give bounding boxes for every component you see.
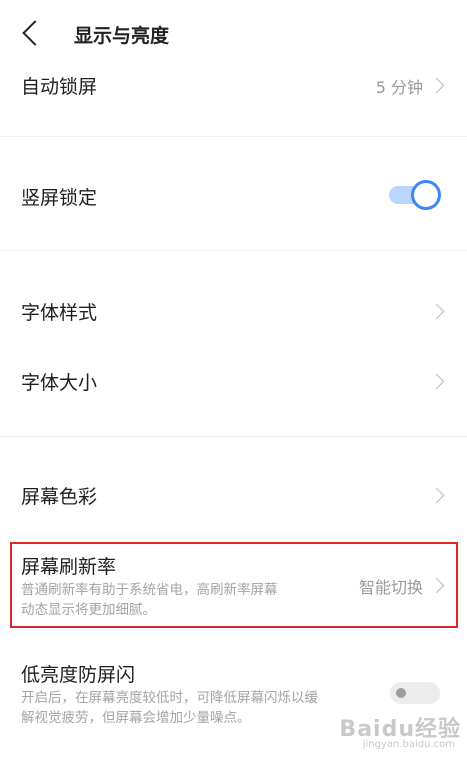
chevron-right-icon [428, 487, 445, 504]
setting-screen-color[interactable]: 屏幕色彩 [0, 470, 467, 518]
setting-portrait-lock: 竖屏锁定 [0, 170, 467, 220]
setting-font-size[interactable]: 字体大小 [0, 356, 467, 404]
highlight-annotation-box [10, 542, 458, 628]
top-bar: 显示与亮度 [0, 0, 467, 68]
baidu-watermark: Baidu经验 jingyan.baidu.com [311, 711, 461, 755]
font-size-label: 字体大小 [21, 372, 98, 394]
auto-lock-value: 5 分钟 [375, 78, 423, 97]
anti-flicker-toggle[interactable] [390, 682, 440, 704]
anti-flicker-desc-line1: 开启后，在屏幕亮度较低时，可降低屏幕闪烁以缓 [21, 690, 318, 706]
portrait-lock-toggle[interactable] [387, 180, 441, 210]
chevron-right-icon [428, 77, 445, 94]
page-title: 显示与亮度 [74, 25, 170, 47]
back-arrow-icon[interactable] [22, 20, 48, 46]
watermark-url: jingyan.baidu.com [362, 739, 455, 750]
anti-flicker-label: 低亮度防屏闪 [21, 664, 136, 686]
screen-color-label: 屏幕色彩 [21, 486, 98, 508]
chevron-right-icon [428, 373, 445, 390]
chevron-right-icon [428, 303, 445, 320]
toggle-knob [396, 688, 406, 698]
setting-auto-lock[interactable]: 自动锁屏 5 分钟 [0, 60, 467, 108]
anti-flicker-desc-line2: 解视觉疲劳，但屏幕会增加少量噪点。 [21, 710, 251, 726]
portrait-lock-label: 竖屏锁定 [21, 187, 98, 209]
divider [0, 250, 467, 251]
font-style-label: 字体样式 [21, 302, 98, 324]
divider [0, 136, 467, 137]
divider [0, 436, 467, 437]
auto-lock-label: 自动锁屏 [21, 76, 98, 98]
toggle-knob [411, 180, 441, 210]
setting-font-style[interactable]: 字体样式 [0, 286, 467, 334]
